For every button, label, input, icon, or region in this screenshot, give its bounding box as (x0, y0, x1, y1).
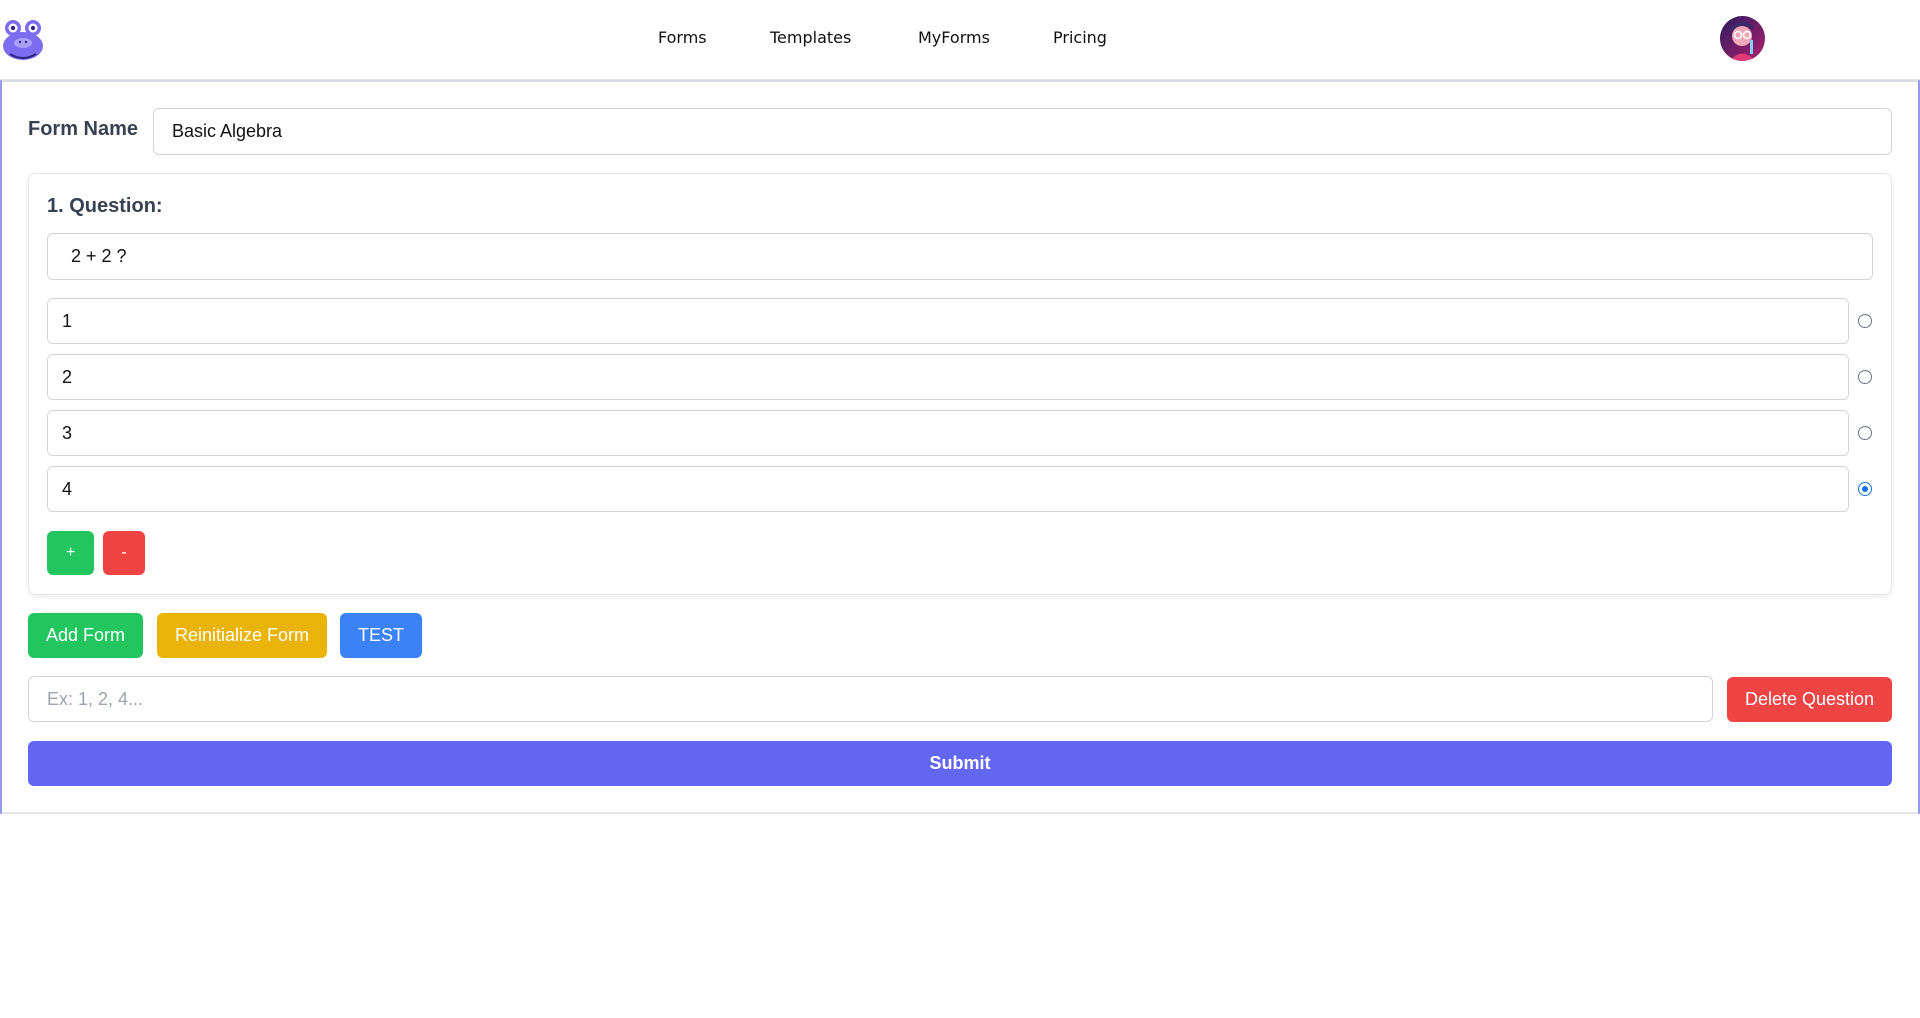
nav-myforms[interactable]: MyForms (918, 28, 990, 47)
question-text-input[interactable] (47, 233, 1873, 280)
option-radio-1[interactable] (1858, 314, 1872, 328)
add-option-button[interactable]: + (47, 531, 94, 575)
option-input-4[interactable] (47, 466, 1849, 512)
option-input-2[interactable] (47, 354, 1849, 400)
option-input-1[interactable] (47, 298, 1849, 344)
nav-forms[interactable]: Forms (658, 28, 707, 47)
user-avatar[interactable] (1720, 16, 1765, 61)
nav-pricing[interactable]: Pricing (1053, 28, 1107, 47)
main-nav: Forms Templates MyForms Pricing (0, 0, 1920, 78)
delete-question-button[interactable]: Delete Question (1727, 677, 1892, 722)
add-form-button[interactable]: Add Form (28, 613, 143, 658)
form-name-input[interactable] (153, 108, 1892, 155)
option-radio-3[interactable] (1858, 426, 1872, 440)
option-radio-4-selected[interactable] (1858, 482, 1872, 496)
option-input-3[interactable] (47, 410, 1849, 456)
top-navbar: Forms Templates MyForms Pricing (0, 0, 1920, 80)
remove-option-button[interactable]: - (103, 531, 145, 575)
question-title: 1. Question: (47, 195, 163, 217)
nav-templates[interactable]: Templates (770, 28, 851, 47)
reinitialize-form-button[interactable]: Reinitialize Form (157, 613, 327, 658)
submit-button[interactable]: Submit (28, 741, 1892, 786)
test-button[interactable]: TEST (340, 613, 422, 658)
panel-left-border (0, 80, 2, 814)
option-radio-2[interactable] (1858, 370, 1872, 384)
delete-question-input[interactable] (28, 676, 1713, 722)
form-name-label: Form Name (28, 118, 139, 140)
